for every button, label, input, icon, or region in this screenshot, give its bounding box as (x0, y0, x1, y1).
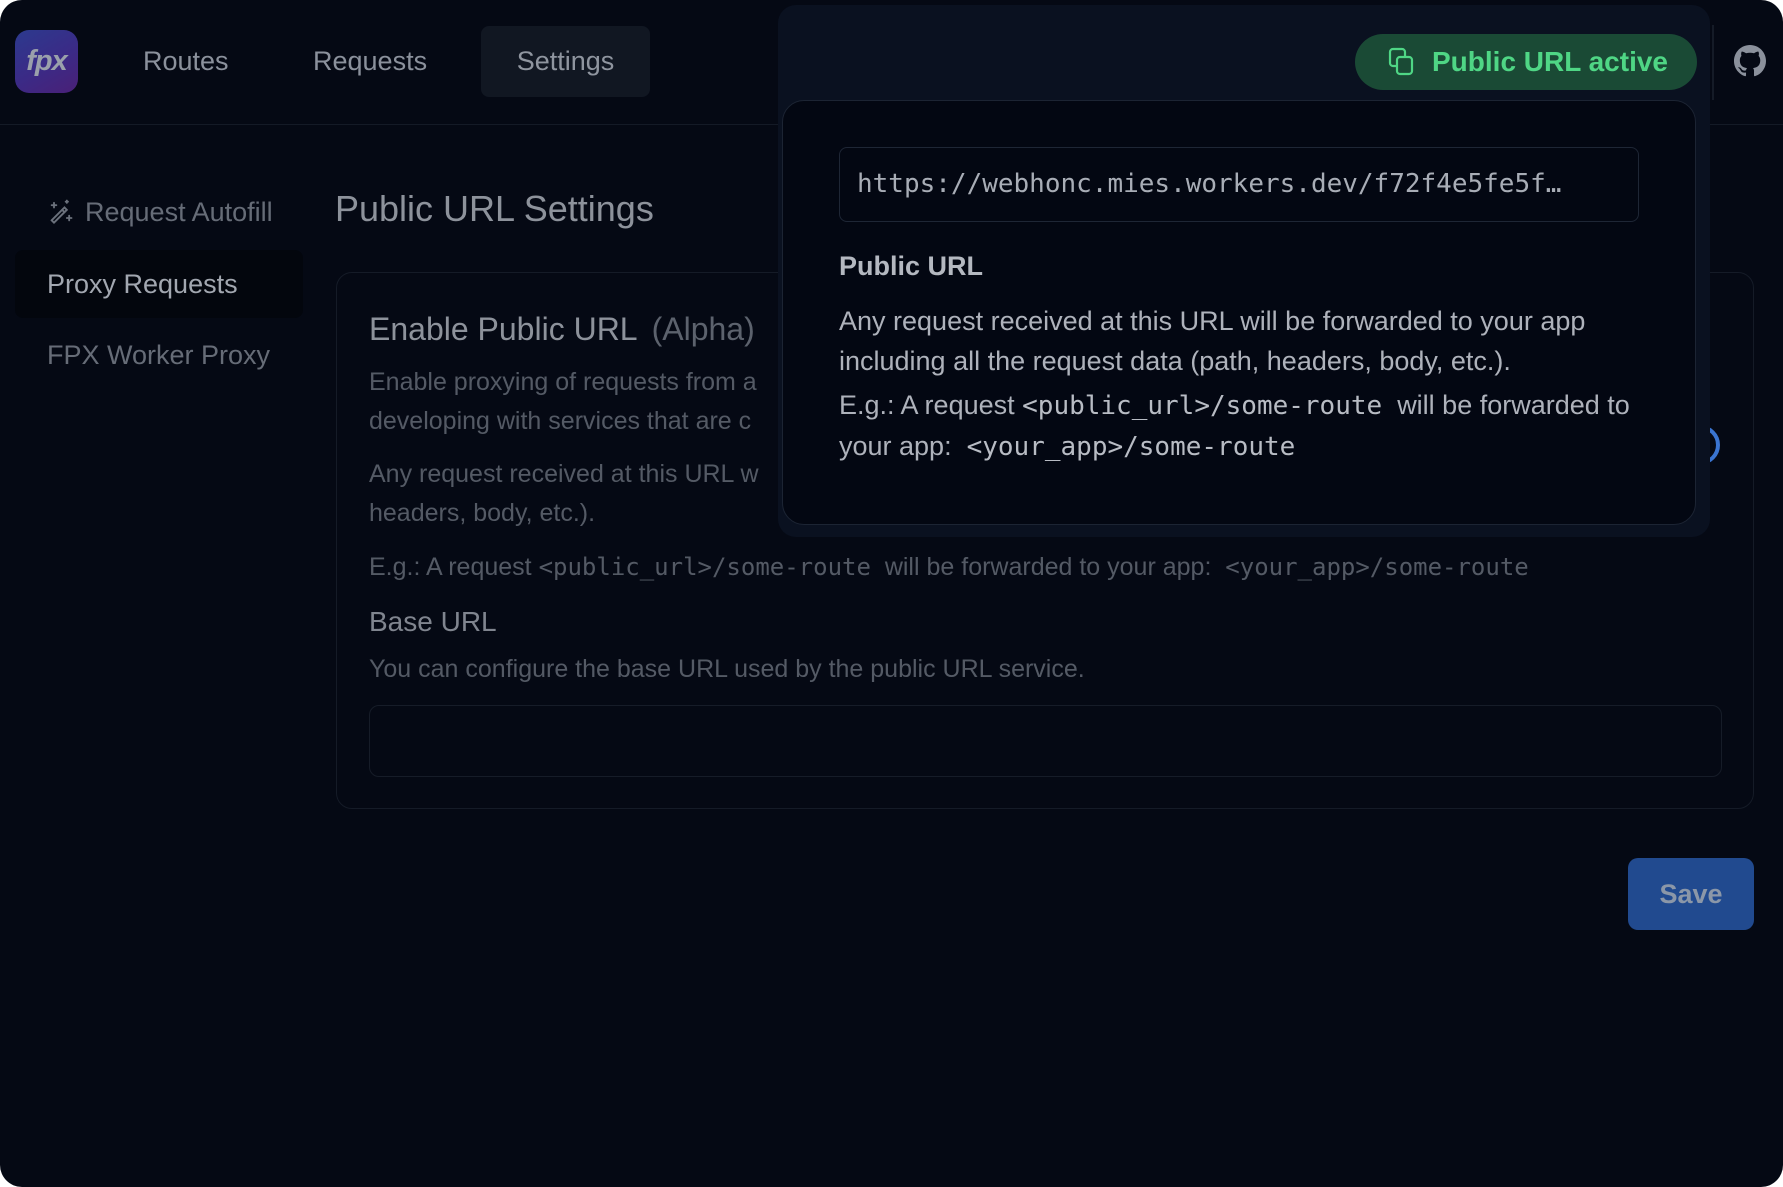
popover-example-prefix: E.g.: A request (839, 390, 1015, 420)
public-url-active-label: Public URL active (1432, 46, 1669, 77)
heading-text: Enable Public URL (369, 311, 638, 347)
popover-description: Any request received at this URL will be… (839, 306, 1586, 376)
nav-settings[interactable]: Settings (481, 26, 650, 97)
example-middle: will be forwarded to your app: (884, 553, 1212, 581)
example-description: E.g.: A request <public_url>/some-route … (369, 548, 1739, 587)
public-url-field[interactable]: https://webhonc.mies.workers.dev/f72f4e5… (839, 147, 1639, 222)
base-url-label: Base URL (369, 606, 497, 637)
base-url-description: You can configure the base URL used by t… (369, 655, 1085, 683)
sidebar-item-fpx-worker-proxy[interactable]: FPX Worker Proxy (15, 321, 270, 389)
popover-example-public-code: <public_url>/some-route (1022, 391, 1383, 421)
copy-icon (1388, 47, 1414, 76)
sidebar-item-request-autofill[interactable]: Request Autofill (15, 178, 273, 246)
popover-example-app-code: <your_app>/some-route (966, 432, 1296, 462)
sidebar-item-proxy-requests[interactable]: Proxy Requests (15, 250, 303, 318)
enable-public-url-heading: Enable Public URL (Alpha) (369, 311, 755, 348)
page-title: Public URL Settings (335, 188, 654, 229)
sidebar-label: Request Autofill (85, 197, 273, 227)
example-app-code: <your_app>/some-route (1225, 553, 1529, 581)
popover-example: E.g.: A request <public_url>/some-route … (839, 385, 1659, 467)
alpha-tag: (Alpha) (651, 311, 755, 347)
nav-routes[interactable]: Routes (111, 26, 261, 97)
base-url-input[interactable] (369, 705, 1722, 777)
public-url-active-button[interactable]: Public URL active (1355, 34, 1697, 90)
public-url-popover: https://webhonc.mies.workers.dev/f72f4e5… (782, 100, 1696, 525)
example-public-url-code: <public_url>/some-route (538, 553, 871, 581)
github-icon[interactable] (1734, 45, 1766, 77)
popover-heading: Public URL (839, 251, 984, 281)
magic-wand-icon (50, 199, 73, 224)
nav-requests[interactable]: Requests (281, 26, 459, 97)
header-divider (1712, 25, 1714, 100)
fpx-logo[interactable]: fpx (15, 30, 78, 93)
save-button[interactable]: Save (1628, 858, 1754, 930)
app-window: fpx Routes Requests Settings Request Aut… (0, 0, 1783, 1187)
example-prefix: E.g.: A request (369, 553, 532, 581)
